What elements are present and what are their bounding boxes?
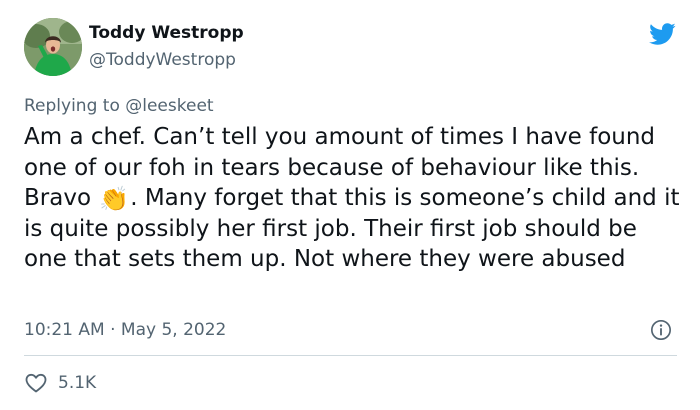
clapping-hands-icon: 👏 <box>99 185 130 213</box>
reply-mention-link[interactable]: @leeskeet <box>125 96 213 116</box>
info-icon[interactable] <box>650 319 672 341</box>
divider <box>24 355 677 356</box>
like-action[interactable]: 5.1K <box>24 371 96 395</box>
reply-context: Replying to @leeskeet <box>24 96 214 116</box>
like-count: 5.1K <box>58 373 97 393</box>
tweet-text: Am a chef. Can’t tell you amount of time… <box>24 122 684 275</box>
twitter-bird-icon[interactable] <box>646 20 678 48</box>
author-name[interactable]: Toddy Westropp <box>89 23 244 43</box>
tweet-timestamp[interactable]: 10:21 AM · May 5, 2022 <box>24 320 226 340</box>
heart-icon[interactable] <box>24 371 48 395</box>
profile-photo-icon <box>24 18 82 76</box>
avatar[interactable] <box>24 18 82 76</box>
tweet-card: Toddy Westropp @ToddyWestropp Replying t… <box>0 0 700 410</box>
author-handle[interactable]: @ToddyWestropp <box>89 50 236 70</box>
reply-prefix: Replying to <box>24 96 126 116</box>
